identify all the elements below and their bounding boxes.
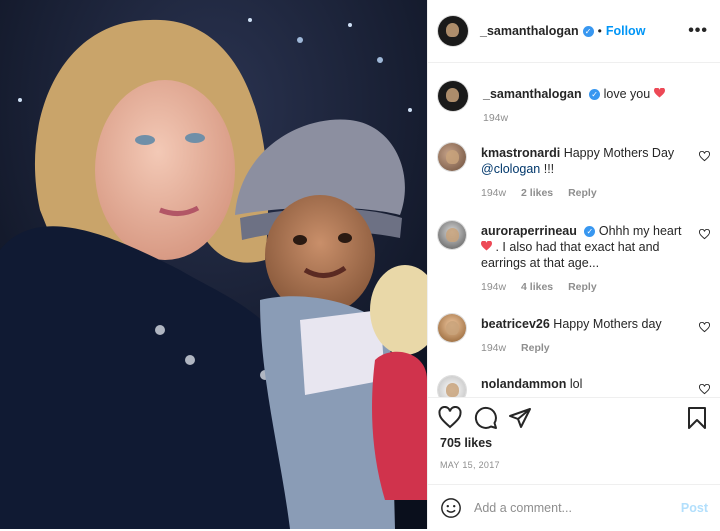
comment-time: 194w — [481, 187, 507, 199]
caption-meta: 194w — [483, 110, 695, 126]
photo-illustration — [0, 0, 427, 529]
comment-text: lol — [569, 377, 583, 391]
post-date[interactable]: MAY 15, 2017 — [440, 460, 500, 470]
comment-text-suffix: !!! — [540, 162, 555, 176]
avatar[interactable] — [438, 376, 466, 397]
mention-link[interactable]: @clologan — [481, 162, 540, 176]
separator-dot: • — [597, 24, 602, 38]
follow-button[interactable]: Follow — [606, 24, 646, 38]
avatar[interactable] — [438, 81, 468, 111]
comment-meta: 194w 2 likes Reply — [481, 185, 693, 201]
verified-badge-icon: ✓ — [589, 89, 601, 101]
post-button[interactable]: Post — [681, 501, 708, 515]
save-bookmark-icon[interactable] — [686, 406, 708, 430]
action-icons — [438, 406, 708, 432]
comment-meta: 194w 4 likes Reply — [481, 279, 693, 295]
caption-text: love you — [603, 87, 651, 101]
comment-username[interactable]: beatricev26 — [481, 317, 550, 331]
add-comment-bar: Add a comment... Post — [428, 484, 720, 531]
caption-time: 194w — [483, 112, 509, 124]
comment-input[interactable]: Add a comment... — [474, 501, 681, 515]
red-heart-emoji-icon — [653, 87, 665, 98]
comment-time: 194w — [481, 281, 507, 293]
caption-username[interactable]: _samanthalogan — [483, 87, 582, 101]
comment-text: Ohhh my heart — [598, 224, 682, 238]
emoji-icon[interactable] — [440, 497, 462, 519]
comment-meta: 194w Reply — [481, 340, 693, 356]
avatar[interactable] — [438, 221, 466, 249]
comment-item: kmastronardi Happy Mothers Day @clologan… — [438, 143, 710, 201]
comment-item: nolandammon lol — [438, 376, 710, 397]
comments-list[interactable]: _samanthalogan ✓ love you 194w kmastrona… — [428, 63, 720, 397]
comment-username[interactable]: nolandammon — [481, 377, 566, 391]
verified-badge-icon: ✓ — [584, 226, 596, 238]
comments-panel: _samanthalogan ✓ • Follow ••• _samanthal… — [427, 0, 720, 529]
comment-item: beatricev26 Happy Mothers day 194w Reply — [438, 314, 710, 356]
instagram-post: _samanthalogan ✓ • Follow ••• _samanthal… — [0, 0, 720, 529]
post-header: _samanthalogan ✓ • Follow ••• — [428, 0, 720, 63]
post-actions: 705 likes MAY 15, 2017 Add a comment... … — [428, 397, 720, 530]
header-username[interactable]: _samanthalogan — [480, 24, 579, 38]
comment-bubble-icon[interactable] — [474, 406, 498, 430]
more-options-icon[interactable]: ••• — [688, 22, 708, 40]
reply-button[interactable]: Reply — [521, 342, 550, 354]
comment-text: Happy Mothers Day — [563, 146, 675, 160]
verified-badge-icon: ✓ — [582, 25, 594, 37]
avatar[interactable] — [438, 314, 466, 342]
comment-likes[interactable]: 4 likes — [521, 281, 553, 293]
comment-username[interactable]: kmastronardi — [481, 146, 560, 160]
comment-time: 194w — [481, 342, 507, 354]
caption: _samanthalogan ✓ love you 194w — [438, 81, 710, 126]
comment-likes[interactable]: 2 likes — [521, 187, 553, 199]
like-comment-heart-icon[interactable] — [699, 322, 710, 333]
red-heart-emoji-icon — [481, 240, 492, 251]
reply-button[interactable]: Reply — [568, 187, 597, 199]
comment-text-continued: . I also had that exact hat and earrings… — [481, 240, 660, 270]
post-photo[interactable] — [0, 0, 427, 529]
share-paper-plane-icon[interactable] — [508, 406, 532, 430]
like-heart-icon[interactable] — [438, 406, 462, 430]
comment-text: Happy Mothers day — [553, 317, 662, 331]
like-comment-heart-icon[interactable] — [699, 229, 710, 240]
avatar[interactable] — [438, 143, 466, 171]
avatar[interactable] — [438, 16, 468, 46]
like-comment-heart-icon[interactable] — [699, 151, 710, 162]
reply-button[interactable]: Reply — [568, 281, 597, 293]
likes-count[interactable]: 705 likes — [440, 436, 492, 450]
like-comment-heart-icon[interactable] — [699, 384, 710, 395]
comment-item: auroraperrineau ✓ Ohhh my heart . I also… — [438, 221, 710, 295]
comment-username[interactable]: auroraperrineau — [481, 224, 577, 238]
